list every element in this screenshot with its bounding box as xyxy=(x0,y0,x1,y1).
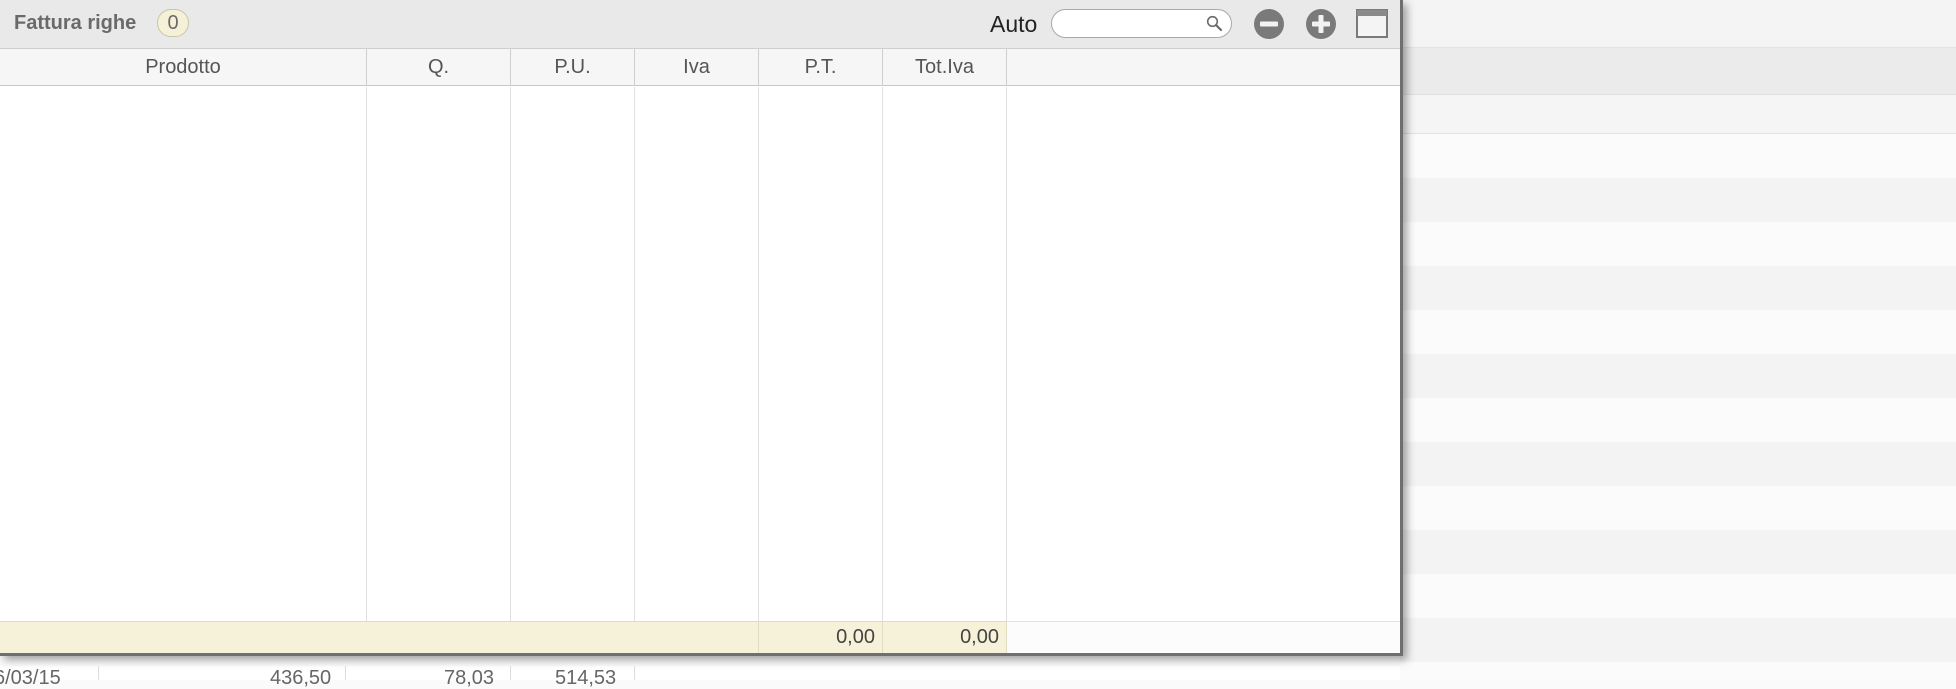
background-cell-value: 436,50 xyxy=(270,667,332,689)
column-body-quantita[interactable] xyxy=(367,87,511,621)
panel-toolbar: Fattura righe 0 Auto xyxy=(0,0,1400,49)
background-table-row[interactable] xyxy=(0,666,1400,680)
footer-total-pt: 0,00 xyxy=(759,621,883,653)
column-body-prezzo-unitario[interactable] xyxy=(511,87,635,621)
background-cell-value: 78,03 xyxy=(444,667,495,689)
row-count-badge: 0 xyxy=(157,9,189,37)
search-icon[interactable] xyxy=(1206,15,1223,32)
invoice-lines-panel: Fattura righe 0 Auto Prodotto Q. P.U. Iv… xyxy=(0,0,1403,656)
background-header xyxy=(1400,0,1956,48)
background-column-header xyxy=(1400,95,1956,134)
background-divider xyxy=(345,666,346,680)
background-divider xyxy=(98,666,99,680)
column-header-totale-iva[interactable]: Tot.Iva xyxy=(883,49,1007,86)
column-header-spacer xyxy=(1007,49,1400,86)
column-header-label: Tot.Iva xyxy=(915,56,974,78)
column-body-prodotto[interactable] xyxy=(0,87,367,621)
column-header-prezzo-totale[interactable]: P.T. xyxy=(759,49,883,86)
column-header-label: Iva xyxy=(683,56,710,78)
column-body-spacer xyxy=(1007,87,1400,621)
column-header-prodotto[interactable]: Prodotto xyxy=(0,49,367,86)
window-toggle-button[interactable] xyxy=(1356,8,1388,40)
background-list xyxy=(1400,134,1956,680)
column-body-iva[interactable] xyxy=(635,87,759,621)
background-cell-value: 514,53 xyxy=(555,667,617,689)
column-body-totale-iva[interactable] xyxy=(883,87,1007,621)
column-header-iva[interactable]: Iva xyxy=(635,49,759,86)
column-header-quantita[interactable]: Q. xyxy=(367,49,511,86)
background-cell-date: 6/03/15 xyxy=(0,667,61,689)
column-header-label: Prodotto xyxy=(145,56,221,78)
background-divider xyxy=(634,666,635,680)
background-subheader xyxy=(1400,48,1956,95)
background-divider xyxy=(510,666,511,680)
remove-row-button[interactable] xyxy=(1253,8,1285,40)
column-header-prezzo-unitario[interactable]: P.U. xyxy=(511,49,635,86)
add-row-button[interactable] xyxy=(1305,8,1337,40)
search-field[interactable] xyxy=(1051,9,1232,38)
footer-total-iva: 0,00 xyxy=(883,621,1007,653)
search-label: Auto xyxy=(990,11,1038,37)
search-input[interactable] xyxy=(1064,13,1208,36)
panel-title: Fattura righe xyxy=(14,12,137,34)
column-header-label: P.U. xyxy=(554,56,591,78)
column-body-prezzo-totale[interactable] xyxy=(759,87,883,621)
column-header-label: P.T. xyxy=(804,56,837,78)
footer-label-area xyxy=(0,621,759,653)
column-header-label: Q. xyxy=(427,56,450,78)
footer-spacer xyxy=(1007,621,1400,653)
